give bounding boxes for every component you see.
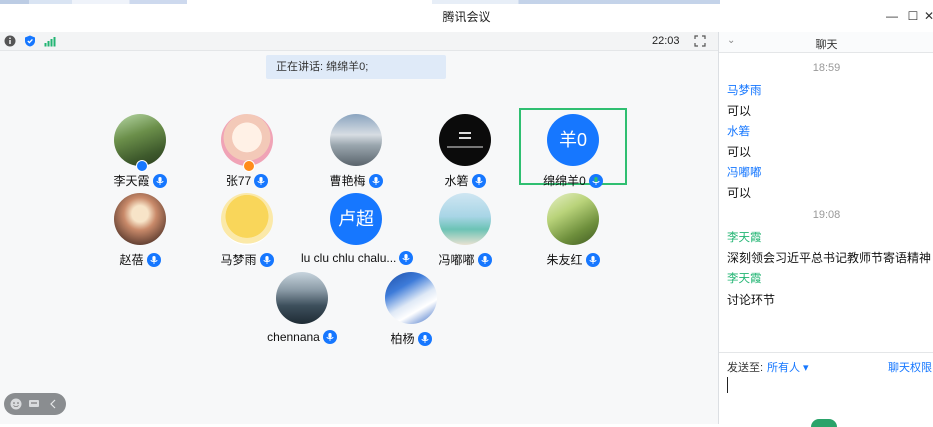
chat-message: 深刻领会习近平总书记教师节寄语精神 xyxy=(727,251,932,265)
chat-timestamp: 18:59 xyxy=(812,62,841,74)
participant-name: 李天霞 xyxy=(113,174,150,188)
chat-header: ⌄ 聊天 xyxy=(719,32,933,53)
participant-avatar xyxy=(221,114,273,166)
participant-tile[interactable]: 冯嘟嘟 xyxy=(410,187,520,267)
send-button[interactable] xyxy=(811,419,837,427)
participant-tile[interactable]: 曹艳梅 xyxy=(301,108,411,188)
fullscreen-icon[interactable] xyxy=(694,35,706,47)
title-bar: 腾讯会议 — ☐ ✕ xyxy=(0,0,933,32)
chat-message: 讨论环节 xyxy=(727,293,776,307)
microphone-icon[interactable] xyxy=(471,174,486,188)
participant-tile[interactable]: 卢超 lu clu chlu chalu... xyxy=(301,187,414,267)
participant-avatar xyxy=(547,193,599,245)
chat-title: 聊天 xyxy=(815,39,838,51)
meeting-clock: 22:03 xyxy=(652,35,680,47)
participant-name: 赵蓓 xyxy=(119,253,144,267)
participant-name: chennana xyxy=(267,330,320,344)
participant-avatar xyxy=(385,272,437,324)
participant-name: 水箬 xyxy=(444,174,469,188)
microphone-icon[interactable] xyxy=(152,174,167,188)
emoji-icon[interactable] xyxy=(10,398,22,410)
maximize-button[interactable]: ☐ xyxy=(905,8,921,24)
chat-permission-dropdown[interactable]: 聊天权限 ▾ xyxy=(888,359,933,375)
participant-tile[interactable]: chennana xyxy=(247,266,357,346)
send-to-label: 发送至: xyxy=(727,362,764,374)
participant-name: 马梦雨 xyxy=(220,253,257,267)
meeting-toolbar: 22:03 xyxy=(0,32,718,51)
chat-sender[interactable]: 水箬 xyxy=(727,123,750,139)
chat-sender[interactable]: 马梦雨 xyxy=(727,82,762,98)
participant-name: lu clu chlu chalu... xyxy=(301,251,397,265)
participant-tile[interactable]: 柏杨 xyxy=(356,266,466,346)
participant-avatar xyxy=(221,193,273,245)
microphone-icon[interactable] xyxy=(259,253,274,267)
participant-avatar: 羊0 xyxy=(547,114,599,166)
participant-tile[interactable]: 水箬 xyxy=(410,108,520,188)
participant-avatar xyxy=(114,193,166,245)
participant-avatar xyxy=(439,193,491,245)
participant-avatar xyxy=(330,114,382,166)
host-badge-icon xyxy=(136,160,148,172)
participant-tile[interactable]: 李天霞 xyxy=(85,108,195,188)
microphone-active-icon[interactable] xyxy=(588,174,603,188)
chat-sender[interactable]: 李天霞 xyxy=(727,270,762,286)
chat-sender[interactable]: 李天霞 xyxy=(727,229,762,245)
participant-avatar: 卢超 xyxy=(330,193,382,245)
participant-avatar xyxy=(439,114,491,166)
participant-tile[interactable]: 羊0 绵绵羊0 xyxy=(518,108,628,188)
participant-tile[interactable]: 马梦雨 xyxy=(192,187,302,267)
bottom-control-pill xyxy=(4,393,66,415)
microphone-icon[interactable] xyxy=(477,253,492,267)
participant-tile[interactable]: 朱友红 xyxy=(518,187,628,267)
microphone-icon[interactable] xyxy=(368,174,383,188)
microphone-icon[interactable] xyxy=(254,174,269,188)
chat-panel: ⌄ 聊天 18:59 马梦雨 可以 水箬 可以 冯嘟嘟 可以 19:08 李天霞… xyxy=(718,32,933,427)
send-to-dropdown[interactable]: 所有人 ▾ xyxy=(767,359,809,375)
cohost-badge-icon xyxy=(243,160,255,172)
close-button[interactable]: ✕ xyxy=(921,8,933,24)
title-decor-strip xyxy=(0,0,720,4)
microphone-icon[interactable] xyxy=(146,253,161,267)
chat-input[interactable] xyxy=(727,377,728,393)
participant-name: 柏杨 xyxy=(390,332,415,346)
shield-icon[interactable] xyxy=(24,35,36,47)
microphone-icon[interactable] xyxy=(322,330,337,344)
microphone-icon[interactable] xyxy=(417,332,432,346)
participant-name: 张77 xyxy=(225,174,252,188)
chat-message: 可以 xyxy=(727,104,752,118)
participant-tile[interactable]: 赵蓓 xyxy=(85,187,195,267)
chat-compose: 发送至: 所有人 ▾ 聊天权限 ▾ xyxy=(719,352,933,427)
participant-avatar xyxy=(114,114,166,166)
chat-message: 可以 xyxy=(727,145,752,159)
window-title: 腾讯会议 xyxy=(442,10,491,24)
participant-name: 冯嘟嘟 xyxy=(438,253,475,267)
participant-name: 绵绵羊0 xyxy=(543,174,586,188)
video-stage: 正在讲话: 绵绵羊0; 李天霞 张77 曹艳梅 水箬 羊0 绵绵羊0 赵蓓 马梦… xyxy=(0,51,718,424)
signal-strength-icon[interactable] xyxy=(44,35,56,47)
chat-timestamp: 19:08 xyxy=(812,209,841,221)
chat-sender[interactable]: 冯嘟嘟 xyxy=(727,164,762,180)
participant-tile[interactable]: 张77 xyxy=(192,108,302,188)
participant-name: 朱友红 xyxy=(546,253,583,267)
chat-bubble-icon[interactable] xyxy=(28,398,40,410)
microphone-icon[interactable] xyxy=(585,253,600,267)
active-speaker-banner: 正在讲话: 绵绵羊0; xyxy=(266,55,446,79)
info-icon[interactable] xyxy=(4,35,16,47)
minimize-button[interactable]: — xyxy=(884,8,900,24)
chevron-left-icon[interactable] xyxy=(48,398,58,410)
chat-message: 可以 xyxy=(727,186,752,200)
participant-name: 曹艳梅 xyxy=(329,174,366,188)
chat-messages: 18:59 马梦雨 可以 水箬 可以 冯嘟嘟 可以 19:08 李天霞 深刻领会… xyxy=(719,54,933,352)
participant-avatar xyxy=(276,272,328,324)
